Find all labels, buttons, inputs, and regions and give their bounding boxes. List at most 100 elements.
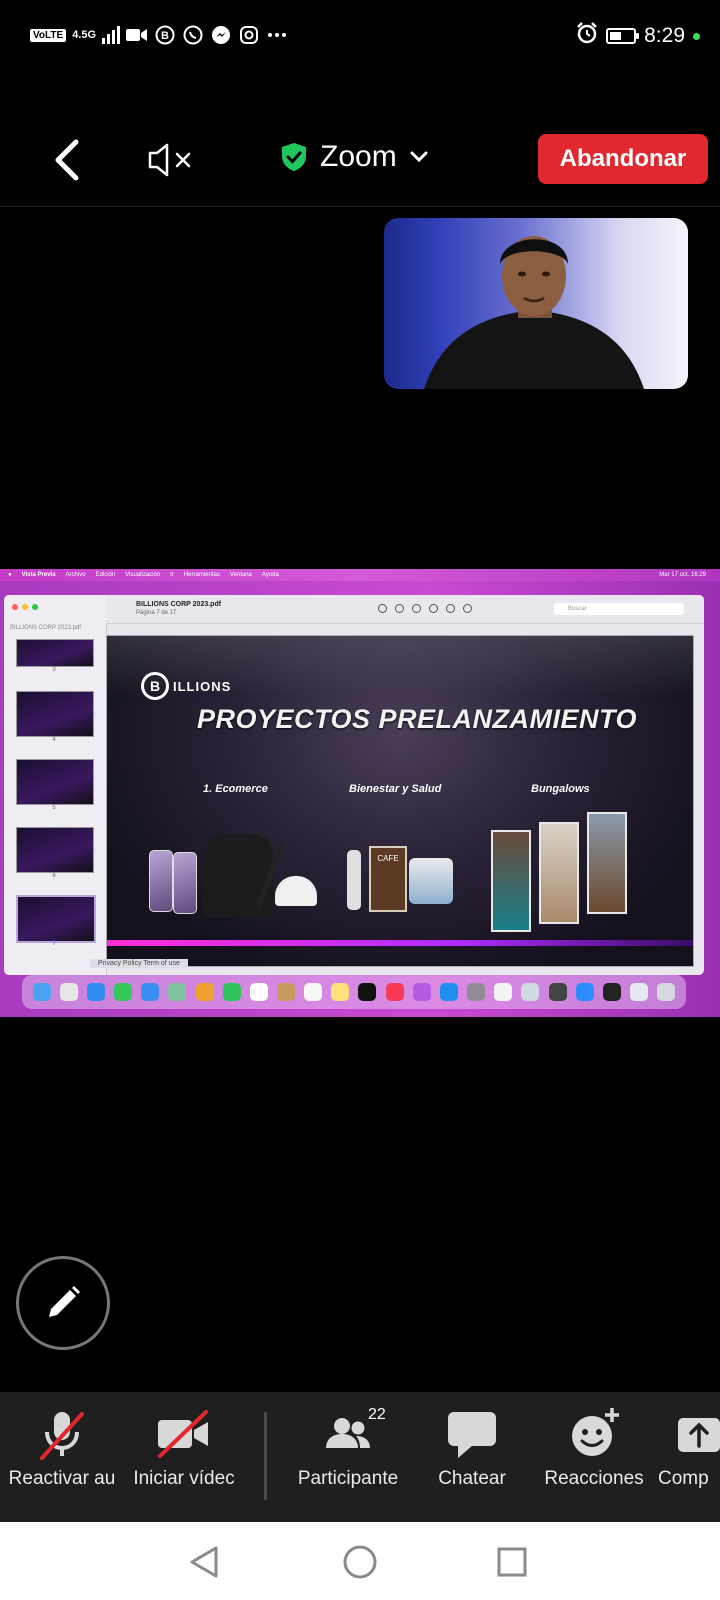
preview-toolbar: BILLIONS CORP 2023.pdf Página 7 de 17 Bu… bbox=[106, 595, 704, 624]
minimize-dot-icon bbox=[22, 604, 28, 610]
toolbar-label: Reactivar au bbox=[8, 1468, 116, 1489]
clock: 8:29 bbox=[644, 24, 685, 47]
home-circle-icon bbox=[343, 1545, 377, 1579]
meeting-title: Zoom bbox=[320, 140, 397, 173]
menu-item: Ir bbox=[170, 572, 174, 578]
mac-dock bbox=[22, 975, 686, 1009]
page-thumbnail bbox=[16, 759, 94, 805]
speaker-muted-icon bbox=[148, 143, 191, 177]
reactions-icon bbox=[532, 1406, 656, 1462]
category-label: 1. Ecomerce bbox=[203, 783, 268, 795]
messenger-icon bbox=[210, 24, 232, 46]
unmute-button[interactable]: Reactivar au bbox=[0, 1406, 124, 1490]
preview-sidebar: BILLIONS CORP 2023.pdf 3 4 5 6 7 bbox=[4, 595, 107, 975]
mac-desktop: BILLIONS CORP 2023.pdf 3 4 5 6 7 BILLION… bbox=[0, 581, 720, 1017]
chevron-down-icon bbox=[410, 151, 428, 163]
privacy-links: Privacy Policy Term of use bbox=[90, 959, 188, 968]
toolbar-label: Reacciones bbox=[544, 1468, 644, 1489]
share-screen-button[interactable]: Comp bbox=[656, 1406, 720, 1490]
svg-text:B: B bbox=[161, 30, 169, 42]
bungalow-photo bbox=[539, 822, 579, 924]
app-store-icon bbox=[439, 983, 458, 1001]
mac-menu-bar: ● Vista Previa Archivo Edición Visualiza… bbox=[0, 569, 720, 581]
rotate-icon bbox=[463, 604, 472, 613]
coffee-label: CAFE bbox=[377, 854, 399, 863]
signal-icon bbox=[102, 26, 121, 44]
alarm-icon bbox=[576, 22, 598, 50]
more-dots-icon bbox=[266, 24, 288, 46]
toolbar-divider bbox=[264, 1412, 267, 1500]
messages-icon bbox=[114, 983, 133, 1001]
slide-title: PROYECTOS PRELANZAMIENTO bbox=[197, 704, 638, 734]
menu-item: Archivo bbox=[65, 572, 86, 578]
bottle-image bbox=[347, 850, 361, 910]
chat-button[interactable]: Chatear bbox=[410, 1406, 534, 1490]
page-thumbnail bbox=[16, 827, 94, 873]
category-label: Bungalows bbox=[531, 783, 590, 795]
status-bar: VoLTE 4.5G B 8:29 bbox=[0, 0, 720, 78]
page-info: Página 7 de 17 bbox=[136, 610, 177, 616]
menu-item: Ayuda bbox=[261, 572, 279, 578]
category-label: Bienestar y Salud bbox=[349, 783, 442, 795]
status-right: 8:29 bbox=[576, 22, 700, 50]
logo-mark: B bbox=[141, 672, 169, 700]
participant-video-tile[interactable] bbox=[384, 218, 688, 389]
participant-count-badge: 22 bbox=[368, 1406, 386, 1423]
annotate-button[interactable] bbox=[16, 1256, 110, 1350]
thumbnail-label: 6 bbox=[52, 873, 56, 879]
share-icon bbox=[429, 604, 438, 613]
zoom-app-icon bbox=[575, 983, 594, 1001]
mail-icon bbox=[141, 983, 160, 1001]
settings-icon bbox=[467, 983, 486, 1001]
coffee-bag-image: CAFE bbox=[369, 846, 407, 912]
markup-icon bbox=[446, 604, 455, 613]
privacy-indicator-dot bbox=[693, 32, 700, 40]
nav-home-button[interactable] bbox=[340, 1542, 380, 1582]
back-button[interactable] bbox=[48, 138, 88, 182]
thumbnail-label: 5 bbox=[52, 805, 56, 811]
zoom-out-icon bbox=[395, 604, 404, 613]
toolbar-label: Iniciar vídec bbox=[133, 1468, 235, 1489]
preview-window: BILLIONS CORP 2023.pdf 3 4 5 6 7 BILLION… bbox=[4, 595, 704, 975]
phone-image bbox=[149, 850, 173, 912]
chat-icon bbox=[410, 1406, 534, 1462]
start-video-button[interactable]: Iniciar vídec bbox=[122, 1406, 246, 1490]
battery-icon bbox=[606, 28, 640, 44]
nav-recents-button[interactable] bbox=[492, 1542, 532, 1582]
menu-item: Vista Previa bbox=[21, 572, 56, 578]
menu-clock: Mar 17 oct. 16:29 bbox=[659, 572, 706, 578]
window-thumb-icon bbox=[630, 983, 649, 1001]
instagram-icon bbox=[238, 24, 260, 46]
meeting-title-dropdown[interactable]: Zoom bbox=[280, 140, 429, 174]
page-thumbnail-selected bbox=[16, 895, 96, 943]
zoom-in-icon bbox=[412, 604, 421, 613]
speaker-off-button[interactable] bbox=[146, 140, 198, 180]
page-thumbnail bbox=[16, 691, 94, 737]
b-icon: B bbox=[154, 24, 176, 46]
zoom-dot-icon bbox=[32, 604, 38, 610]
leave-button[interactable]: Abandonar bbox=[538, 134, 708, 184]
chevron-left-icon bbox=[55, 139, 79, 181]
menu-item: Edición bbox=[95, 572, 116, 578]
keynote-icon bbox=[521, 983, 540, 1001]
info-icon bbox=[378, 604, 387, 613]
preview-app-icon bbox=[494, 983, 513, 1001]
photos-icon bbox=[195, 983, 214, 1001]
android-nav-bar bbox=[0, 1522, 720, 1600]
hoodie-image bbox=[203, 834, 273, 918]
contacts-icon bbox=[276, 983, 295, 1001]
back-triangle-icon bbox=[190, 1546, 218, 1578]
cap-image bbox=[275, 876, 317, 906]
volte-badge: VoLTE bbox=[30, 28, 67, 42]
neon-accent-bar bbox=[107, 940, 693, 946]
toolbar-label: Participante bbox=[297, 1468, 399, 1489]
bungalow-photo bbox=[491, 830, 531, 932]
mic-muted-icon bbox=[0, 1406, 124, 1462]
calendar-icon bbox=[249, 983, 268, 1001]
network-type: 4.5G bbox=[72, 29, 97, 41]
nav-back-button[interactable] bbox=[184, 1542, 224, 1582]
participants-button[interactable]: 22 Participante bbox=[286, 1406, 410, 1490]
shared-screen[interactable]: ● Vista Previa Archivo Edición Visualiza… bbox=[0, 569, 720, 1017]
reactions-button[interactable]: Reacciones bbox=[532, 1406, 656, 1490]
window-controls bbox=[12, 604, 38, 610]
